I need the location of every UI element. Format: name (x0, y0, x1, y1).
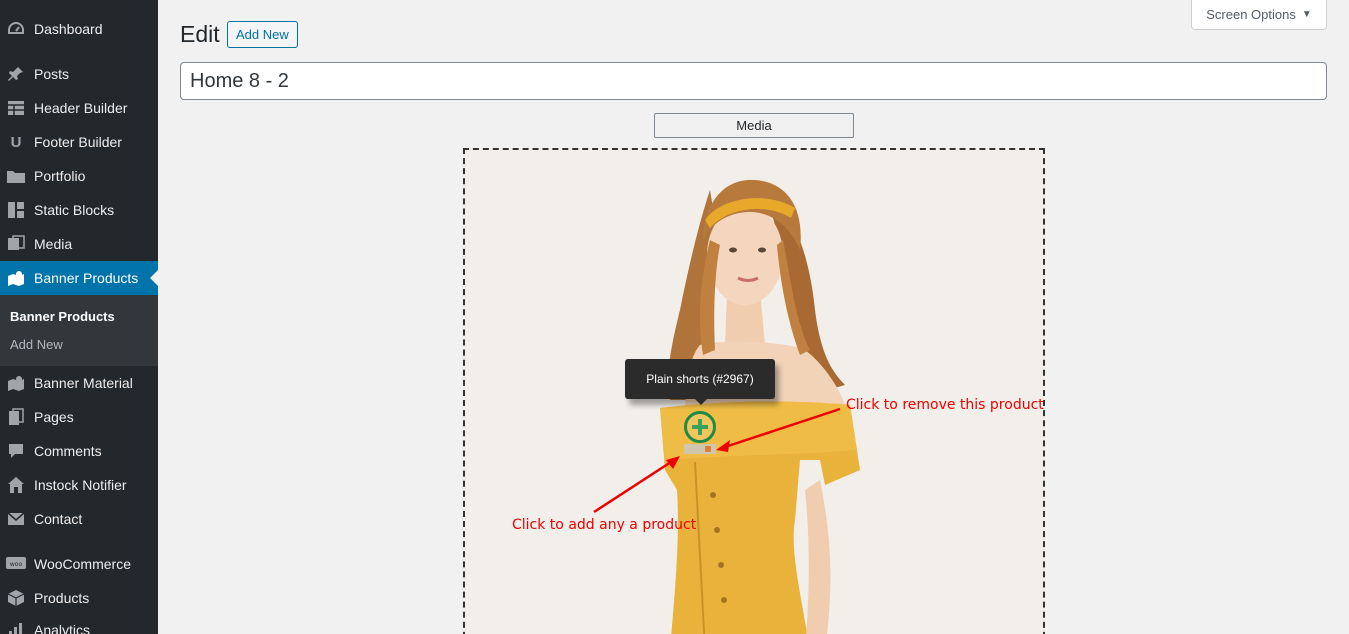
menu-media[interactable]: Media (0, 227, 158, 261)
menu-label: WooCommerce (34, 556, 131, 572)
menu-label: Static Blocks (34, 202, 115, 218)
annotation-remove: Click to remove this product (846, 397, 1044, 413)
pages-icon (6, 407, 26, 427)
menu-label: Analytics (34, 622, 91, 634)
underline-icon: U (10, 133, 22, 151)
map-icon (6, 373, 26, 393)
menu-label: Dashboard (34, 21, 103, 37)
add-new-button[interactable]: Add New (227, 21, 298, 48)
pin-icon (6, 64, 26, 84)
menu-pages[interactable]: Pages (0, 400, 158, 434)
menu-products[interactable]: Products (0, 581, 158, 615)
post-title-input[interactable] (180, 62, 1327, 100)
menu-header-builder[interactable]: Header Builder (0, 91, 158, 125)
media-button[interactable]: Media (654, 113, 854, 138)
svg-text:woo: woo (10, 561, 23, 568)
hotspot-controls[interactable] (684, 444, 716, 454)
menu-label: Media (34, 236, 73, 252)
map-icon (6, 268, 26, 288)
chart-icon (6, 620, 26, 634)
menu-contact[interactable]: Contact (0, 502, 158, 536)
menu-woocommerce[interactable]: woo WooCommerce (0, 547, 158, 581)
add-product-hotspot[interactable] (684, 411, 716, 443)
menu-banner-products[interactable]: Banner Products (0, 261, 158, 295)
banner-products-submenu: Banner Products Add New (0, 295, 158, 366)
menu-instock-notifier[interactable]: Instock Notifier (0, 468, 158, 502)
box-icon (6, 588, 26, 608)
product-tooltip: Plain shorts (#2967) (625, 359, 775, 405)
menu-footer-builder[interactable]: U Footer Builder (0, 125, 158, 159)
media-icon (6, 234, 26, 254)
menu-label: Contact (34, 511, 83, 527)
menu-label: Banner Products (34, 270, 139, 286)
menu-dashboard[interactable]: Dashboard (0, 12, 158, 46)
page-title: Edit (180, 21, 220, 47)
comment-icon (6, 441, 26, 461)
annotation-add: Click to add any a product (512, 517, 697, 533)
woo-icon: woo (6, 554, 26, 574)
plus-icon (692, 419, 708, 435)
menu-comments[interactable]: Comments (0, 434, 158, 468)
screen-options-button[interactable]: Screen Options ▼ (1191, 0, 1327, 30)
mail-icon (6, 509, 26, 529)
dashboard-icon (6, 19, 26, 39)
admin-sidebar: Dashboard Posts Header Builder U Footer … (0, 0, 158, 634)
menu-label: Portfolio (34, 168, 86, 184)
caret-down-icon: ▼ (1301, 9, 1312, 20)
menu-label: Comments (34, 443, 102, 459)
menu-label: Instock Notifier (34, 477, 127, 493)
menu-label: Pages (34, 409, 74, 425)
folder-icon (6, 166, 26, 186)
menu-banner-material[interactable]: Banner Material (0, 366, 158, 400)
menu-label: Products (34, 590, 90, 606)
submenu-add-new[interactable]: Add New (10, 337, 63, 352)
blocks-icon (6, 200, 26, 220)
submenu-banner-products[interactable]: Banner Products (10, 309, 115, 324)
menu-analytics[interactable]: Analytics (0, 613, 158, 634)
menu-label: Footer Builder (34, 134, 122, 150)
remove-product-icon[interactable] (705, 446, 711, 452)
menu-posts[interactable]: Posts (0, 57, 158, 91)
menu-portfolio[interactable]: Portfolio (0, 159, 158, 193)
menu-label: Posts (34, 66, 70, 82)
menu-label: Header Builder (34, 100, 128, 116)
menu-static-blocks[interactable]: Static Blocks (0, 193, 158, 227)
home-icon (6, 475, 26, 495)
table-icon (6, 98, 26, 118)
screen-options-label: Screen Options (1206, 7, 1296, 22)
menu-label: Banner Material (34, 375, 133, 391)
